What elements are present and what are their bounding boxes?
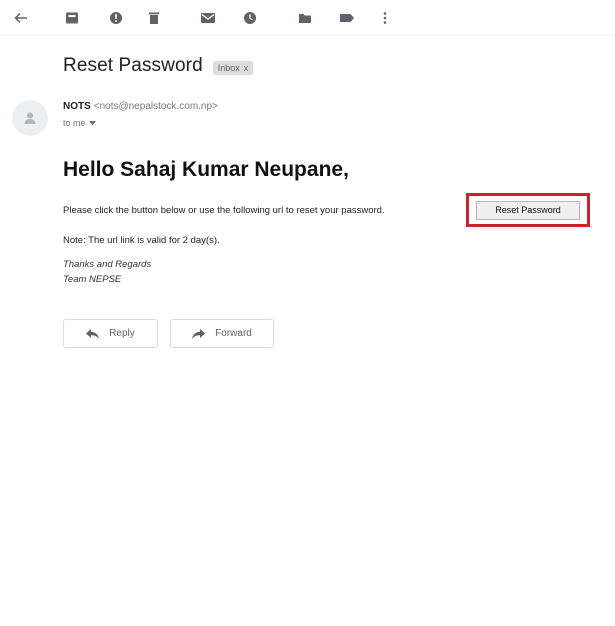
inbox-label-text: Inbox [217, 62, 240, 73]
chevron-down-icon [88, 120, 96, 125]
reply-label: Reply [109, 328, 135, 339]
person-icon [24, 112, 36, 124]
move-to-icon[interactable] [297, 10, 313, 26]
forward-button[interactable]: Forward [170, 319, 274, 348]
signoff-line-2: Team NEPSE [63, 274, 122, 285]
sender-avatar [12, 100, 48, 136]
validity-note: Note: The url link is valid for 2 day(s)… [63, 235, 220, 246]
sender-email: <nots@nepalstock.com.np> [93, 101, 218, 112]
email-subject: Reset Password [63, 55, 203, 76]
label-icon[interactable] [339, 10, 355, 26]
mark-unread-icon[interactable] [200, 10, 216, 26]
recipient-text: to me [63, 118, 86, 128]
message-toolbar [0, 0, 615, 36]
reply-icon [86, 328, 100, 339]
delete-icon[interactable] [146, 10, 162, 26]
back-arrow-icon[interactable] [13, 10, 29, 26]
recipient-details-toggle[interactable]: to me [63, 118, 96, 128]
more-icon[interactable] [377, 10, 393, 26]
sender-line: NOTS <nots@nepalstock.com.np> [63, 101, 218, 112]
remove-label-icon[interactable]: x [244, 63, 249, 73]
reply-button[interactable]: Reply [63, 319, 158, 348]
signoff-line-1: Thanks and Regards [63, 259, 152, 270]
forward-label: Forward [215, 328, 252, 339]
sender-name: NOTS [63, 101, 91, 112]
email-greeting: Hello Sahaj Kumar Neupane, [63, 158, 349, 181]
archive-icon[interactable] [64, 10, 80, 26]
report-spam-icon[interactable] [108, 10, 124, 26]
subject-row: Reset Password Inbox x [63, 54, 254, 78]
inbox-label-chip[interactable]: Inbox x [212, 60, 254, 75]
instruction-text: Please click the button below or use the… [63, 205, 385, 216]
forward-icon [192, 328, 206, 339]
reset-button-highlight: Reset Password [466, 193, 590, 227]
reset-password-button[interactable]: Reset Password [476, 200, 580, 220]
snooze-icon[interactable] [242, 10, 258, 26]
